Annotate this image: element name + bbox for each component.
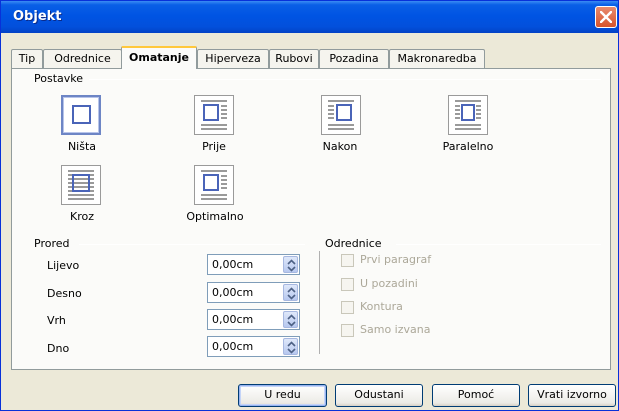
dno-value: 0,00cm bbox=[212, 340, 254, 353]
spin-arrows-icon bbox=[287, 314, 296, 327]
wrap-option-parallel[interactable] bbox=[448, 95, 488, 135]
dialog-window: Objekt Tip Odrednice Omatanje Hiperveza … bbox=[0, 0, 619, 411]
tab-pozadina[interactable]: Pozadina bbox=[319, 49, 389, 68]
desno-spin-field[interactable]: 0,00cm bbox=[207, 282, 300, 303]
wrap-option-before[interactable] bbox=[194, 95, 234, 135]
vrh-value: 0,00cm bbox=[212, 313, 254, 326]
checkbox-label: Samo izvana bbox=[360, 323, 431, 336]
wrap-label-after: Nakon bbox=[322, 140, 358, 153]
ok-button[interactable]: U redu bbox=[238, 384, 327, 407]
wrap-option-optimal[interactable] bbox=[194, 165, 234, 205]
spin-arrows-icon bbox=[287, 287, 296, 300]
wrap-through-icon bbox=[68, 170, 94, 200]
spin-arrows-icon bbox=[287, 341, 296, 354]
postavke-divider bbox=[89, 79, 601, 80]
lijevo-spin-button[interactable] bbox=[283, 256, 298, 273]
lijevo-value: 0,00cm bbox=[212, 258, 254, 271]
dno-label: Dno bbox=[47, 342, 70, 355]
checkbox-box[interactable] bbox=[341, 301, 354, 314]
reset-button[interactable]: Vrati izvorno bbox=[528, 384, 616, 407]
checkbox-label: Kontura bbox=[360, 300, 403, 313]
desno-label: Desno bbox=[47, 287, 82, 300]
close-button[interactable] bbox=[595, 6, 617, 28]
tab-hiperveza[interactable]: Hiperveza bbox=[197, 49, 269, 68]
title-bar[interactable]: Objekt bbox=[1, 1, 618, 33]
help-button[interactable]: Pomoć bbox=[432, 384, 520, 407]
postavke-heading: Postavke bbox=[34, 72, 84, 85]
vrh-label: Vrh bbox=[47, 314, 66, 327]
spin-arrows-icon bbox=[287, 259, 296, 272]
odrednice-heading: Odrednice bbox=[325, 237, 382, 250]
dno-spin-field[interactable]: 0,00cm bbox=[207, 336, 300, 357]
wrap-label-before: Prije bbox=[202, 140, 226, 153]
desno-value: 0,00cm bbox=[212, 286, 254, 299]
tab-rubovi[interactable]: Rubovi bbox=[269, 49, 319, 68]
checkbox-box[interactable] bbox=[341, 254, 354, 267]
prored-divider bbox=[79, 244, 305, 245]
wrap-label-through: Kroz bbox=[70, 210, 94, 223]
wrap-label-none: Ništa bbox=[67, 140, 97, 153]
tab-omatanje[interactable]: Omatanje bbox=[121, 46, 197, 69]
tab-makronaredba[interactable]: Makronaredba bbox=[389, 49, 485, 68]
wrap-option-none[interactable] bbox=[61, 95, 101, 135]
wrap-after-icon bbox=[328, 100, 354, 130]
wrap-optimal-icon bbox=[201, 170, 227, 200]
odrednice-divider bbox=[396, 244, 601, 245]
lijevo-spin-field[interactable]: 0,00cm bbox=[207, 254, 300, 275]
checkbox-box[interactable] bbox=[341, 324, 354, 337]
close-icon bbox=[600, 11, 612, 23]
wrap-none-icon bbox=[72, 105, 91, 124]
desno-spin-button[interactable] bbox=[283, 284, 298, 301]
wrap-parallel-icon bbox=[455, 100, 481, 130]
dno-spin-button[interactable] bbox=[283, 338, 298, 355]
vrh-spin-field[interactable]: 0,00cm bbox=[207, 309, 300, 330]
prored-heading: Prored bbox=[34, 237, 70, 250]
wrap-label-parallel: Paralelno bbox=[442, 140, 494, 153]
wrap-before-icon bbox=[201, 100, 227, 130]
checkbox-label: U pozadini bbox=[360, 277, 418, 290]
wrap-option-after[interactable] bbox=[321, 95, 361, 135]
group-separator bbox=[319, 251, 320, 354]
window-title: Objekt bbox=[13, 9, 62, 24]
cancel-button[interactable]: Odustani bbox=[335, 384, 423, 407]
checkbox-box[interactable] bbox=[341, 278, 354, 291]
checkbox-label: Prvi paragraf bbox=[360, 253, 432, 266]
lijevo-label: Lijevo bbox=[47, 259, 80, 272]
wrap-label-optimal: Optimalno bbox=[186, 210, 244, 223]
tab-tip[interactable]: Tip bbox=[11, 49, 43, 68]
vrh-spin-button[interactable] bbox=[283, 311, 298, 328]
wrap-option-through[interactable] bbox=[61, 165, 101, 205]
tab-odrednice[interactable]: Odrednice bbox=[43, 49, 122, 68]
